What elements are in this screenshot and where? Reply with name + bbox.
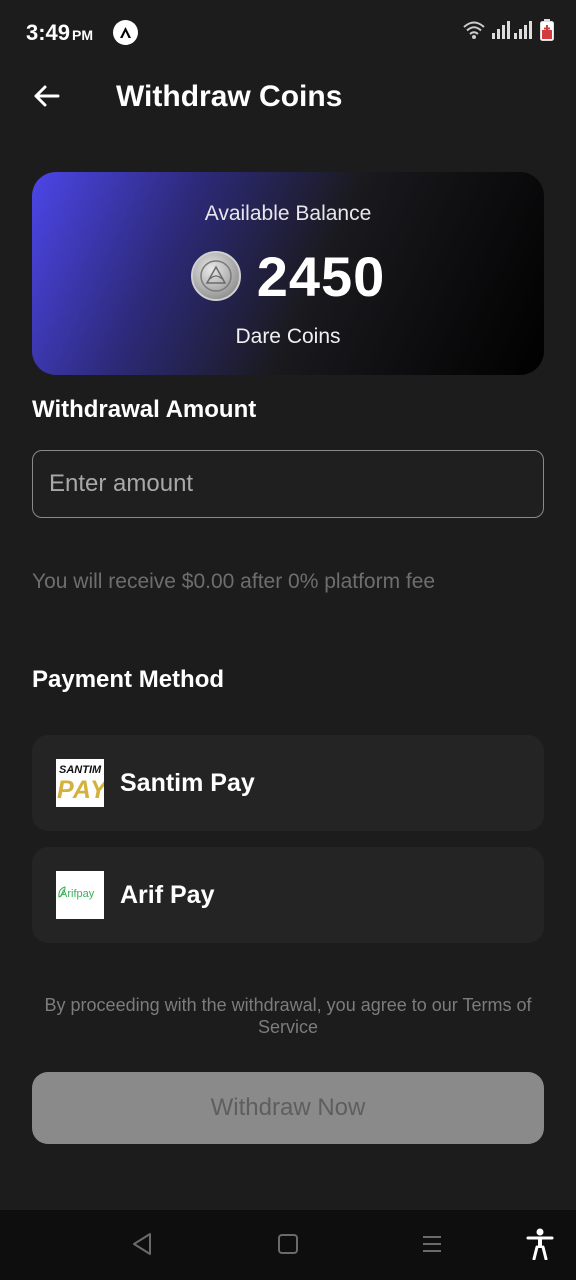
square-home-icon (277, 1233, 299, 1260)
nav-recents-button[interactable] (416, 1230, 448, 1262)
wifi-icon (462, 20, 486, 45)
coin-icon (190, 251, 241, 301)
payment-option-arif-pay[interactable]: Arifpay Arif Pay (32, 847, 544, 943)
fee-note: You will receive $0.00 after 0% platform… (32, 570, 436, 593)
app-notification-icon (113, 20, 138, 45)
nav-back-button[interactable] (126, 1230, 158, 1262)
santim-logo-top: SANTIM (59, 764, 102, 776)
balance-row: 2450 (32, 244, 544, 308)
balance-label: Available Balance (204, 202, 372, 225)
amount-input[interactable] (32, 450, 544, 518)
nav-home-button[interactable] (272, 1230, 304, 1262)
withdrawal-amount-title: Withdrawal Amount (32, 396, 257, 423)
signal-icon (492, 20, 534, 44)
terms-note: By proceeding with the withdrawal, you a… (44, 995, 532, 1037)
battery-icon (540, 18, 554, 46)
payment-option-santim-pay[interactable]: SANTIM PAY Santim Pay (32, 735, 544, 831)
status-ampm: PM (72, 27, 94, 43)
arrow-left-icon (32, 84, 60, 113)
withdraw-now-button[interactable]: Withdraw Now (32, 1072, 544, 1144)
system-nav-bar (0, 1210, 576, 1280)
arif-logo-text: Arifpay (60, 888, 95, 900)
balance-card: Available Balance 2450 Dare Coins (32, 172, 544, 375)
arif-pay-logo: Arifpay (56, 871, 104, 919)
page-title: Withdraw Coins (116, 80, 343, 113)
status-bar: 3:49 PM (0, 0, 576, 64)
status-clock: 3:49 (26, 20, 71, 45)
triangle-back-icon (131, 1232, 153, 1261)
payment-option-label: Arif Pay (120, 881, 215, 909)
balance-value: 2450 (256, 244, 386, 308)
accessibility-icon (526, 1228, 554, 1265)
status-time: 3:49 PM (26, 20, 93, 46)
santim-pay-logo: SANTIM PAY (56, 759, 104, 807)
accessibility-button[interactable] (524, 1228, 556, 1265)
santim-logo-bottom: PAY (57, 776, 104, 804)
status-icons (462, 18, 554, 46)
back-button[interactable] (26, 78, 66, 118)
menu-lines-icon (421, 1233, 443, 1260)
payment-method-title: Payment Method (32, 666, 225, 693)
balance-unit: Dare Coins (235, 325, 341, 348)
payment-option-label: Santim Pay (120, 769, 255, 797)
